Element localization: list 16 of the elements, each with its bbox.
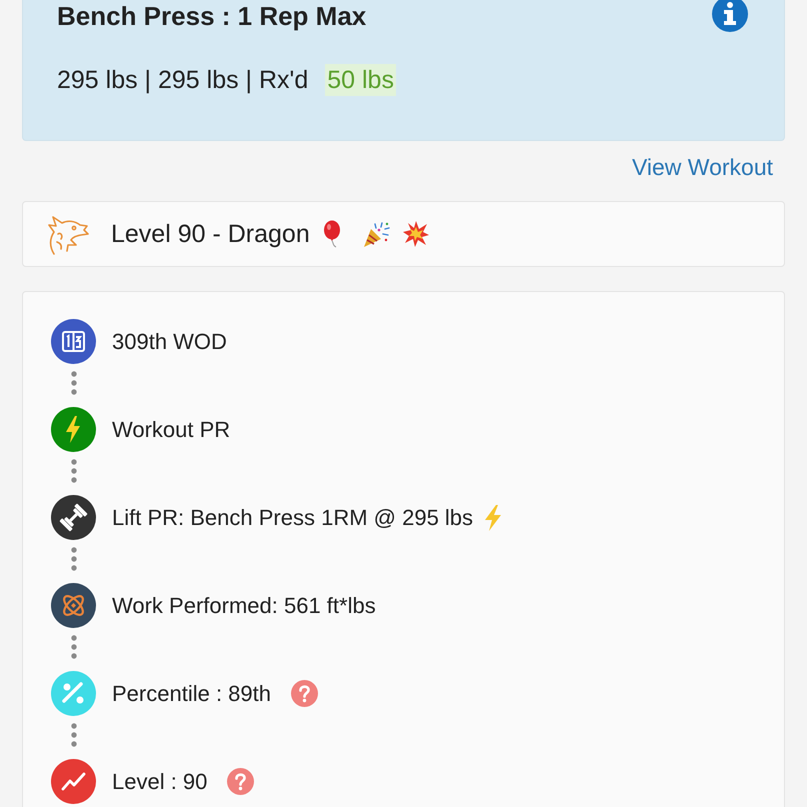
timeline-label: Lift PR: Bench Press 1RM @ 295 lbs	[112, 504, 474, 530]
score-text: 295 lbs | 295 lbs | Rx'd	[57, 65, 308, 96]
level-label: Level 90 - Dragon	[111, 220, 310, 248]
weight-highlight: 50 lbs	[325, 64, 396, 96]
timeline-label: Workout PR	[112, 416, 230, 442]
collision-icon	[402, 220, 430, 248]
help-icon[interactable]	[290, 680, 318, 707]
timeline-label: 309th WOD	[112, 328, 227, 354]
party-popper-icon	[362, 220, 390, 248]
timeline-label: Level : 90	[112, 768, 208, 794]
timeline-label: Work Performed: 561 ft*lbs	[112, 592, 376, 618]
timeline-label: Percentile : 89th	[112, 680, 271, 706]
view-workout-link[interactable]: View Workout	[632, 153, 773, 181]
help-icon[interactable]	[227, 768, 254, 795]
workout-title: Bench Press : 1 Rep Max	[57, 0, 366, 32]
info-icon[interactable]	[712, 0, 748, 32]
